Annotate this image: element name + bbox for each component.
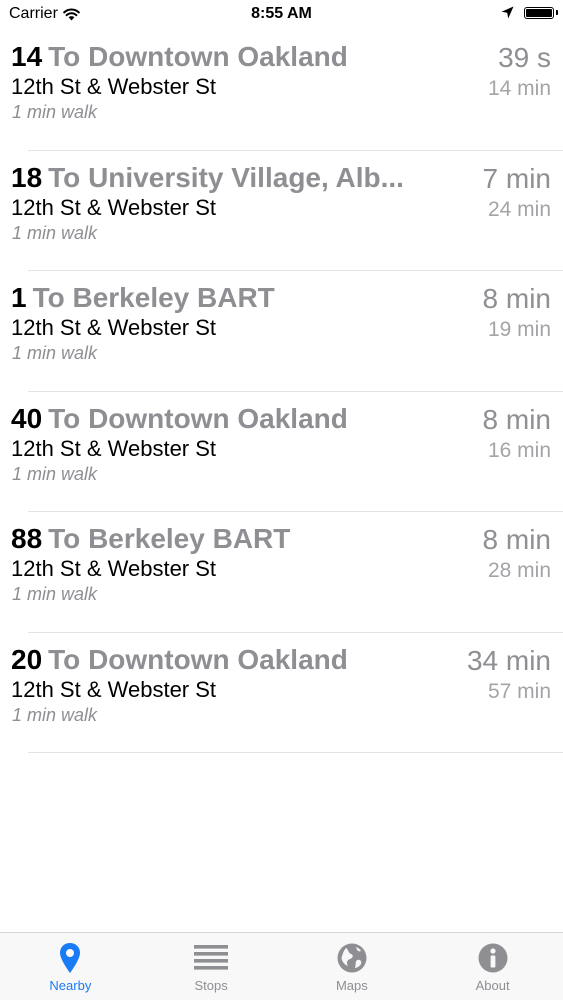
route-number: 88	[11, 523, 43, 554]
route-destination: To Berkeley BART	[32, 282, 275, 313]
eta-secondary: 14 min	[487, 77, 551, 100]
route-title: 1 To Berkeley BART	[11, 281, 433, 315]
walk-time: 1 min walk	[12, 704, 98, 725]
tab-nearby[interactable]: Nearby	[0, 933, 141, 1000]
wifi-icon	[63, 7, 80, 20]
eta-primary: 39 s	[498, 42, 551, 73]
route-destination: To Downtown Oakland	[48, 643, 348, 675]
stop-name: 12th St & Webster St	[11, 556, 217, 581]
globe-icon	[337, 943, 367, 973]
route-number: 18	[11, 161, 43, 193]
walk-time: 1 min walk	[12, 463, 98, 484]
location-arrow-icon	[501, 6, 514, 19]
route-title: 18 To University Village, Alb...	[11, 161, 433, 195]
eta-secondary: 57 min	[487, 679, 551, 703]
list-icon	[194, 945, 229, 970]
eta-primary: 8 min	[482, 283, 551, 314]
tab-maps[interactable]: Maps	[282, 933, 423, 1000]
walk-time: 1 min walk	[12, 584, 98, 604]
carrier-label: Carrier	[9, 5, 58, 22]
stop-name: 12th St & Webster St	[11, 74, 217, 99]
arrival-row[interactable]: 18 To University Village, Alb... 12th St …	[0, 151, 563, 272]
eta-secondary: 28 min	[487, 559, 551, 582]
arrivals-list: 14 To Downtown Oakland 12th St & Webster …	[0, 30, 563, 753]
arrival-row[interactable]: 88 To Berkeley BART 12th St & Webster St …	[0, 512, 563, 633]
status-bar: Carrier 8:55 AM	[0, 0, 563, 30]
info-icon	[478, 943, 508, 973]
tab-bar: Nearby Stops Maps About	[0, 932, 563, 1000]
stop-name: 12th St & Webster St	[11, 194, 217, 220]
battery-icon	[524, 6, 558, 19]
route-number: 40	[11, 402, 43, 434]
tab-nearby-label: Nearby	[49, 978, 92, 993]
status-indicators	[501, 6, 558, 19]
eta-secondary: 16 min	[487, 438, 551, 462]
map-pin-icon	[60, 943, 81, 973]
route-number: 14	[11, 41, 43, 72]
route-destination: To University Village, Alb...	[48, 161, 404, 193]
tab-about[interactable]: About	[422, 933, 563, 1000]
tab-maps-label: Maps	[335, 978, 368, 993]
eta-primary: 34 min	[466, 644, 551, 676]
status-time: 8:55 AM	[251, 5, 312, 22]
route-number: 20	[11, 643, 43, 675]
stop-name: 12th St & Webster St	[11, 435, 217, 461]
route-title: 14 To Downtown Oakland	[11, 40, 433, 74]
stop-name: 12th St & Webster St	[11, 676, 217, 702]
tab-about-label: About	[475, 978, 510, 993]
eta-secondary: 24 min	[487, 197, 551, 221]
carrier-info: Carrier	[9, 5, 80, 23]
eta-primary: 7 min	[482, 162, 551, 194]
route-destination: To Downtown Oakland	[48, 41, 348, 72]
arrival-row[interactable]: 40 To Downtown Oakland 12th St & Webster …	[0, 392, 563, 513]
eta-secondary: 19 min	[487, 318, 551, 341]
arrival-row[interactable]: 1 To Berkeley BART 12th St & Webster St 1…	[0, 271, 563, 392]
walk-time: 1 min walk	[12, 343, 98, 363]
route-destination: To Downtown Oakland	[48, 402, 348, 434]
tab-stops-label: Stops	[194, 978, 228, 993]
arrival-row[interactable]: 20 To Downtown Oakland 12th St & Webster …	[0, 633, 563, 754]
tab-stops[interactable]: Stops	[141, 933, 282, 1000]
route-title: 88 To Berkeley BART	[11, 522, 433, 556]
route-number: 1	[11, 282, 27, 313]
stop-name: 12th St & Webster St	[11, 315, 217, 340]
route-destination: To Berkeley BART	[48, 523, 291, 554]
route-title: 20 To Downtown Oakland	[11, 643, 433, 677]
arrival-row[interactable]: 14 To Downtown Oakland 12th St & Webster …	[0, 30, 563, 151]
walk-time: 1 min walk	[12, 222, 98, 243]
walk-time: 1 min walk	[12, 102, 98, 122]
eta-primary: 8 min	[482, 524, 551, 555]
eta-primary: 8 min	[482, 403, 551, 435]
route-title: 40 To Downtown Oakland	[11, 402, 433, 436]
